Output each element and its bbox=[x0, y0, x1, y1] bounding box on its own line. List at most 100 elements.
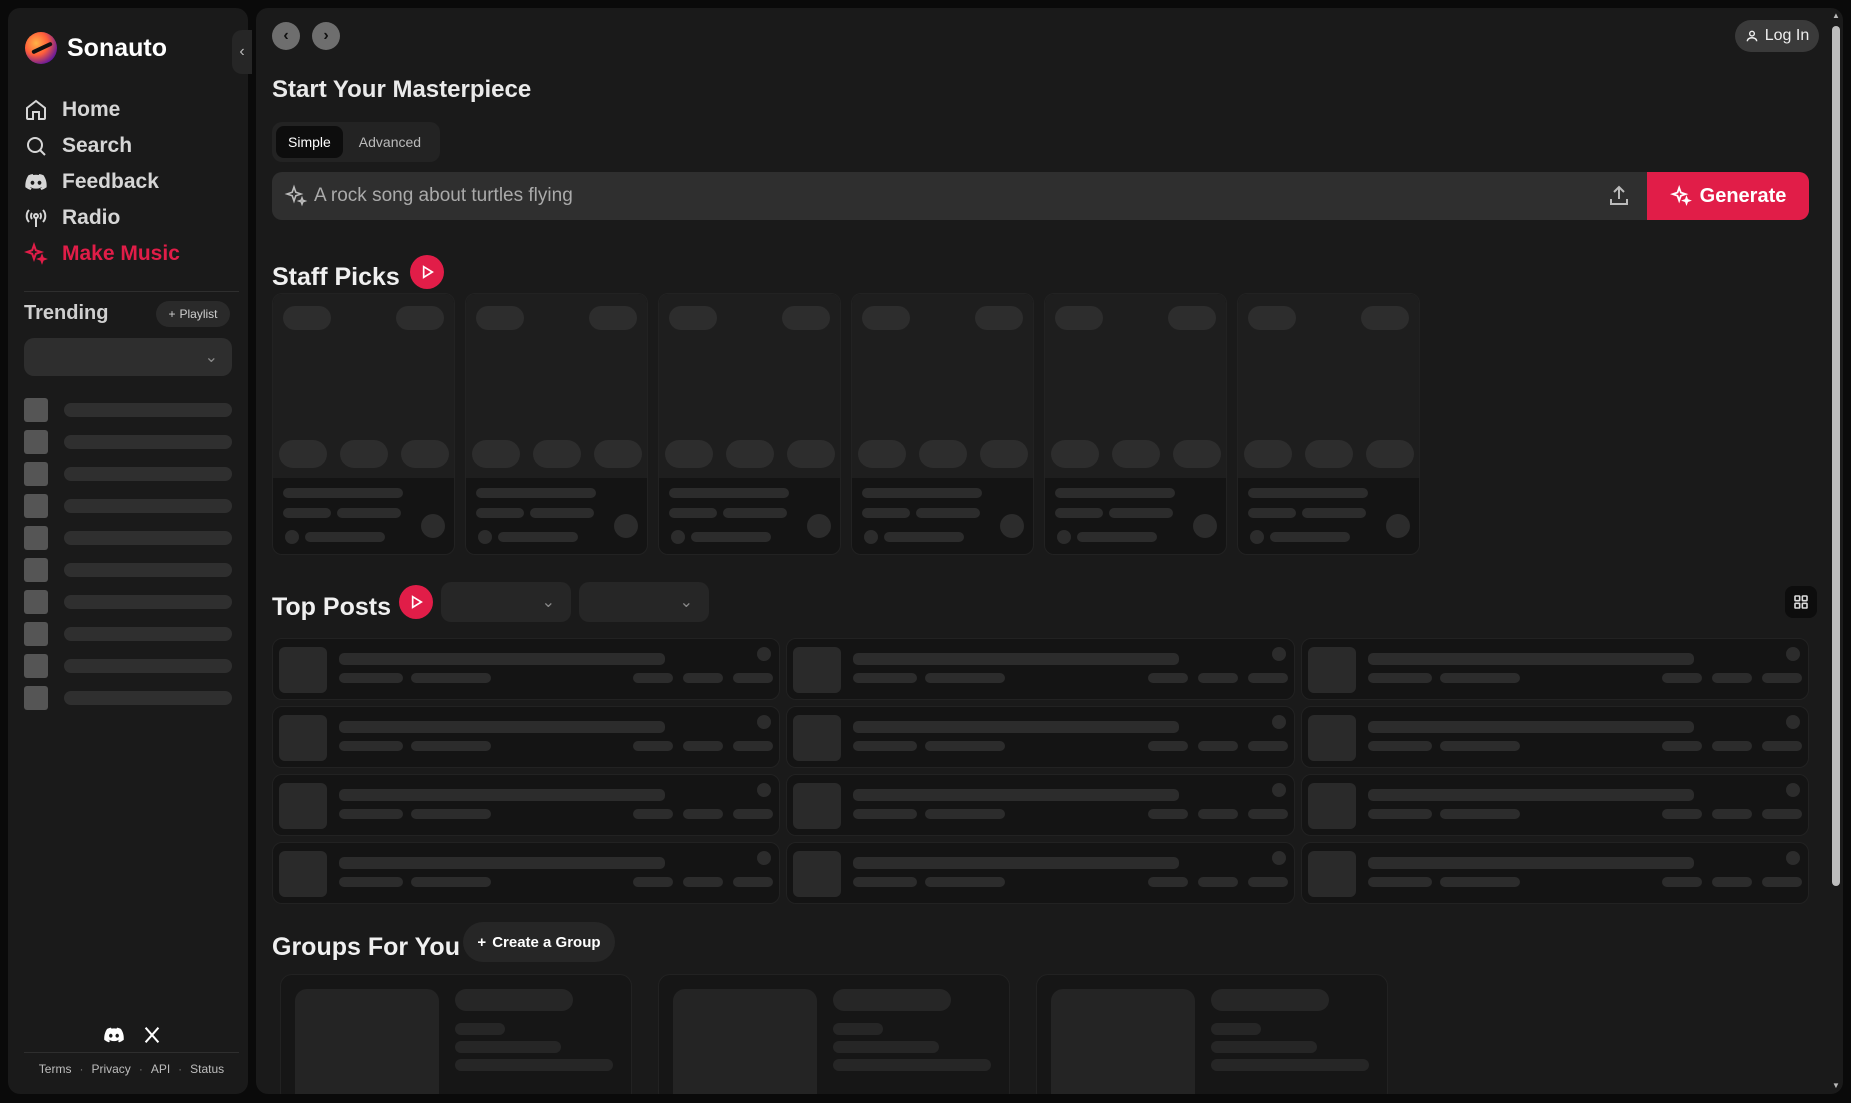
generate-button[interactable]: Generate bbox=[1647, 172, 1809, 220]
skeleton-bar bbox=[64, 531, 232, 545]
staff-pick-card[interactable] bbox=[465, 293, 648, 555]
collapse-sidebar-button[interactable]: ‹ bbox=[232, 30, 252, 74]
list-item[interactable] bbox=[24, 426, 232, 458]
list-item[interactable] bbox=[24, 682, 232, 714]
top-posts-filter-select[interactable]: ⌄ bbox=[441, 582, 571, 622]
separator: · bbox=[178, 1062, 183, 1076]
post-item[interactable] bbox=[1300, 706, 1809, 768]
post-item[interactable] bbox=[786, 774, 1295, 836]
footer-link-api[interactable]: API bbox=[151, 1062, 170, 1076]
brand-name: Sonauto bbox=[67, 33, 167, 62]
sidebar-item-home[interactable]: Home bbox=[24, 92, 234, 128]
group-card[interactable] bbox=[658, 974, 1010, 1094]
post-item[interactable] bbox=[272, 638, 781, 700]
tab-advanced[interactable]: Advanced bbox=[347, 126, 433, 158]
list-item[interactable] bbox=[24, 650, 232, 682]
skeleton-bar bbox=[339, 673, 403, 683]
post-item[interactable] bbox=[786, 706, 1295, 768]
skeleton-pill bbox=[782, 306, 830, 330]
discord-icon[interactable] bbox=[103, 1024, 125, 1046]
post-item[interactable] bbox=[272, 774, 781, 836]
vertical-scrollbar[interactable]: ▲ ▼ bbox=[1829, 8, 1843, 1094]
footer-link-status[interactable]: Status bbox=[190, 1062, 224, 1076]
list-item[interactable] bbox=[24, 490, 232, 522]
skeleton-thumb bbox=[279, 851, 327, 897]
sidebar-item-make-music[interactable]: Make Music bbox=[24, 236, 234, 272]
skeleton-pill bbox=[787, 440, 835, 468]
group-card[interactable] bbox=[1036, 974, 1388, 1094]
staff-pick-card[interactable] bbox=[1237, 293, 1420, 555]
list-item[interactable] bbox=[24, 522, 232, 554]
post-item[interactable] bbox=[272, 842, 781, 904]
skeleton-bar bbox=[853, 877, 918, 887]
list-item[interactable] bbox=[24, 618, 232, 650]
tab-simple[interactable]: Simple bbox=[276, 126, 343, 158]
skeleton-thumb bbox=[24, 558, 48, 582]
create-group-button[interactable]: + Create a Group bbox=[463, 922, 615, 962]
login-label: Log In bbox=[1764, 27, 1810, 44]
sidebar-item-feedback[interactable]: Feedback bbox=[24, 164, 234, 200]
post-item[interactable] bbox=[1300, 774, 1809, 836]
skeleton-bar bbox=[1197, 673, 1238, 683]
post-item[interactable] bbox=[1300, 638, 1809, 700]
skeleton-dot bbox=[1786, 715, 1800, 729]
back-button[interactable]: ‹ bbox=[272, 22, 300, 50]
add-playlist-button[interactable]: + Playlist bbox=[156, 301, 230, 327]
skeleton-dot bbox=[1271, 715, 1286, 729]
skeleton-bar bbox=[733, 809, 774, 819]
post-item[interactable] bbox=[272, 706, 781, 768]
play-top-posts-button[interactable] bbox=[399, 585, 433, 619]
grid-view-button[interactable] bbox=[1785, 586, 1817, 618]
group-card[interactable] bbox=[280, 974, 632, 1094]
post-item[interactable] bbox=[786, 842, 1295, 904]
sidebar-item-search[interactable]: Search bbox=[24, 128, 234, 164]
post-item[interactable] bbox=[1300, 842, 1809, 904]
skeleton-pill bbox=[1051, 440, 1099, 468]
skeleton-pill bbox=[980, 440, 1028, 468]
trending-filter-select[interactable]: ⌄ bbox=[24, 338, 232, 376]
app-root: Sonauto ‹ Home Search Feedback Radio Mak… bbox=[0, 0, 1851, 1103]
x-twitter-icon[interactable] bbox=[141, 1024, 163, 1046]
generate-label: Generate bbox=[1699, 184, 1787, 207]
prompt-input[interactable] bbox=[308, 185, 1607, 207]
scroll-thumb[interactable] bbox=[1832, 26, 1840, 886]
chevron-down-icon: ⌄ bbox=[541, 594, 555, 611]
staff-pick-card[interactable] bbox=[658, 293, 841, 555]
forward-button[interactable]: › bbox=[312, 22, 340, 50]
list-item[interactable] bbox=[24, 586, 232, 618]
search-icon bbox=[27, 137, 46, 156]
login-button[interactable]: Log In bbox=[1735, 20, 1819, 52]
skeleton-thumb bbox=[24, 398, 48, 422]
skeleton-bar bbox=[925, 741, 1006, 751]
skeleton-pill bbox=[858, 440, 906, 468]
sidebar-item-label: Search bbox=[62, 134, 133, 157]
staff-pick-card[interactable] bbox=[1044, 293, 1227, 555]
skeleton-bar bbox=[925, 877, 1006, 887]
footer-link-privacy[interactable]: Privacy bbox=[91, 1062, 130, 1076]
upload-icon[interactable] bbox=[1607, 184, 1631, 208]
scroll-up-icon[interactable]: ▲ bbox=[1832, 12, 1840, 20]
staff-pick-card[interactable] bbox=[851, 293, 1034, 555]
list-item[interactable] bbox=[24, 554, 232, 586]
page-title: Start Your Masterpiece bbox=[272, 76, 532, 103]
chevron-left-icon: ‹ bbox=[283, 27, 289, 44]
staff-pick-card[interactable] bbox=[272, 293, 455, 555]
skeleton-bar bbox=[1367, 741, 1432, 751]
skeleton-pill bbox=[472, 440, 520, 468]
skeleton-pill bbox=[669, 306, 717, 330]
top-posts-period-select[interactable]: ⌄ bbox=[579, 582, 709, 622]
scroll-down-icon[interactable]: ▼ bbox=[1832, 1082, 1840, 1090]
skeleton-bar bbox=[733, 673, 774, 683]
skeleton-bar bbox=[1712, 877, 1752, 887]
list-item[interactable] bbox=[24, 458, 232, 490]
footer-link-terms[interactable]: Terms bbox=[39, 1062, 72, 1076]
post-item[interactable] bbox=[786, 638, 1295, 700]
skeleton-bar bbox=[339, 877, 403, 887]
skeleton-thumb bbox=[24, 654, 48, 678]
list-item[interactable] bbox=[24, 394, 232, 426]
divider bbox=[24, 1052, 239, 1053]
sidebar-item-radio[interactable]: Radio bbox=[24, 200, 234, 236]
brand-logo[interactable]: Sonauto bbox=[25, 32, 167, 64]
play-staff-picks-button[interactable] bbox=[410, 255, 444, 289]
skeleton-dot bbox=[807, 514, 831, 538]
